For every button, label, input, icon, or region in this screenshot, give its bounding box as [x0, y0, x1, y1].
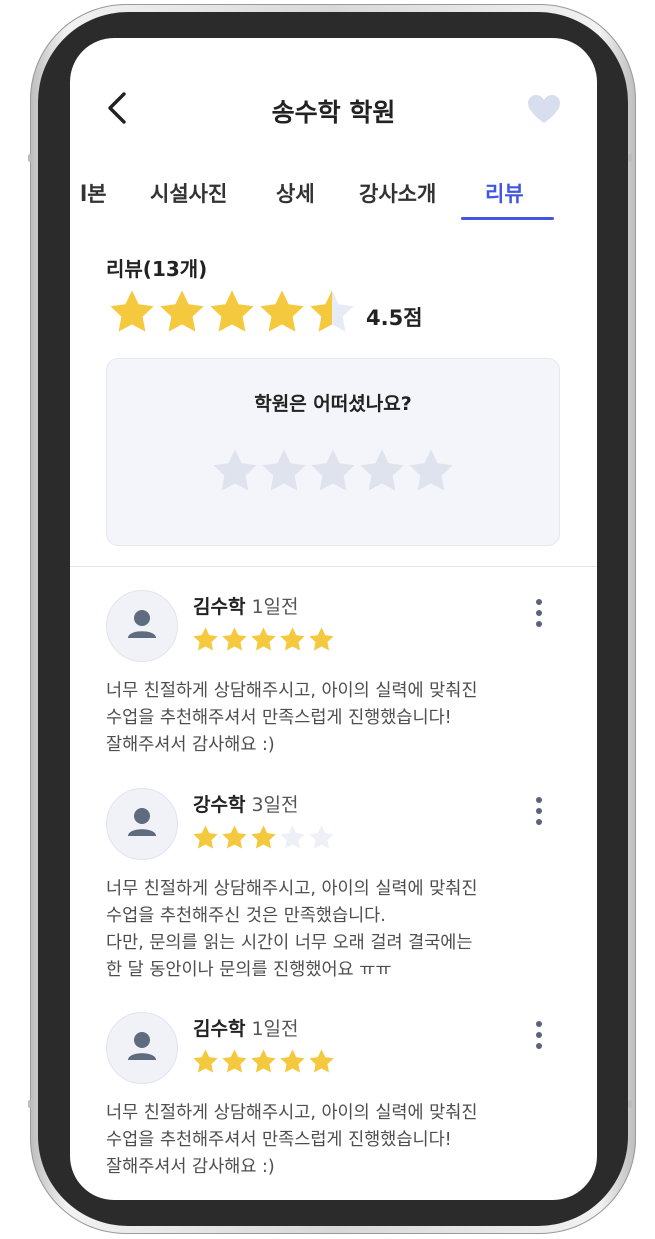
filled-star-icon: [309, 1049, 334, 1073]
phone-side-button: [28, 154, 32, 162]
star-icon[interactable]: [211, 447, 259, 495]
star-icon: [210, 290, 254, 332]
tab-bar: l본 시설사진 상세 강사소개 리뷰: [70, 178, 597, 226]
star-icon: [160, 290, 204, 332]
star-icon: [110, 290, 154, 332]
author-name: 김수학: [193, 1018, 246, 1040]
review-line: 한 달 동안이나 문의를 진행했어요 ㅠㅠ: [106, 960, 392, 980]
review-count: 리뷰(13개): [106, 257, 208, 281]
author-name: 김수학: [193, 596, 246, 618]
review-line: 다만, 문의를 읽는 시간이 너무 오래 걸려 결국에는: [106, 933, 473, 953]
section-divider: [70, 566, 597, 567]
avatar: [106, 788, 178, 860]
review-body: 너무 친절하게 상담해주시고, 아이의 실력에 맞춰진 수업을 추천해주셔서 만…: [106, 1100, 566, 1181]
review-line: 너무 친절하게 상담해주시고, 아이의 실력에 맞춰진: [106, 1103, 478, 1123]
empty-star-icon: [280, 825, 305, 849]
app-screen: 송수학 학원 l본 시설사진 상세 강사소개 리뷰 리뷰(13개) 4.5점 학…: [70, 38, 597, 1200]
author-name: 강수학: [193, 794, 246, 816]
filled-star-icon: [309, 627, 334, 651]
tab-instructors[interactable]: 강사소개: [359, 178, 436, 208]
tab-basic-info[interactable]: l본: [80, 178, 107, 208]
star-icon: [260, 290, 304, 332]
review-line: 너무 친절하게 상담해주시고, 아이의 실력에 맞춰진: [106, 681, 478, 701]
rate-prompt-question: 학원은 어떠셨나요?: [254, 393, 412, 415]
tab-reviews[interactable]: 리뷰: [485, 178, 524, 208]
empty-star-icon: [309, 825, 334, 849]
review-body: 너무 친절하게 상담해주시고, 아이의 실력에 맞춰진 수업을 추천해주셔서 만…: [106, 678, 566, 759]
review-line: 수업을 추천해주신 것은 만족했습니다.: [106, 906, 386, 926]
review-line: 수업을 추천해주셔서 만족스럽게 진행했습니다!: [106, 1130, 452, 1150]
star-icon[interactable]: [407, 447, 455, 495]
filled-star-icon: [222, 1049, 247, 1073]
review-rating-stars: [192, 1048, 342, 1074]
user-icon: [128, 610, 156, 638]
phone-side-button: [28, 1100, 32, 1108]
user-icon: [128, 1032, 156, 1060]
filled-star-icon: [222, 825, 247, 849]
star-icon[interactable]: [358, 447, 406, 495]
filled-star-icon: [251, 1049, 276, 1073]
review-author: 강수학 3일전: [193, 790, 299, 817]
filled-star-icon: [251, 825, 276, 849]
tab-details[interactable]: 상세: [276, 178, 315, 208]
review-time: 1일전: [251, 1018, 299, 1040]
review-time: 3일전: [251, 794, 299, 816]
filled-star-icon: [193, 1049, 218, 1073]
filled-star-icon: [280, 1049, 305, 1073]
filled-star-icon: [222, 627, 247, 651]
star-icon[interactable]: [260, 447, 308, 495]
filled-star-icon: [193, 627, 218, 651]
review-author: 김수학 1일전: [193, 1014, 299, 1041]
review-rating-stars: [192, 824, 342, 850]
average-score: 4.5점: [366, 306, 423, 330]
rating-input-stars: [211, 447, 457, 497]
review-line: 잘해주셔서 감사해요 :): [106, 735, 275, 755]
active-tab-indicator: [461, 217, 554, 220]
app-header: 송수학 학원: [70, 38, 597, 158]
more-options-icon[interactable]: [535, 598, 543, 628]
avatar: [106, 590, 178, 662]
user-icon: [128, 808, 156, 836]
review-body: 너무 친절하게 상담해주시고, 아이의 실력에 맞춰진 수업을 추천해주신 것은…: [106, 876, 566, 984]
rate-prompt-card: 학원은 어떠셨나요?: [106, 358, 560, 546]
filled-star-icon: [280, 627, 305, 651]
filled-star-icon: [251, 627, 276, 651]
phone-side-button: [628, 1100, 632, 1108]
more-options-icon[interactable]: [535, 796, 543, 826]
review-line: 수업을 추천해주셔서 만족스럽게 진행했습니다!: [106, 708, 452, 728]
review-line: 너무 친절하게 상담해주시고, 아이의 실력에 맞춰진: [106, 879, 478, 899]
phone-side-button: [628, 154, 632, 162]
filled-star-icon: [193, 825, 218, 849]
avatar: [106, 1012, 178, 1084]
heart-icon[interactable]: [527, 94, 561, 124]
star-icon[interactable]: [309, 447, 357, 495]
review-rating-stars: [192, 626, 342, 652]
tab-facility-photos[interactable]: 시설사진: [150, 178, 227, 208]
review-line: 잘해주셔서 감사해요 :): [106, 1157, 275, 1177]
review-author: 김수학 1일전: [193, 592, 299, 619]
page-title: 송수학 학원: [271, 98, 396, 127]
half-star-icon: [310, 290, 354, 332]
more-options-icon[interactable]: [535, 1020, 543, 1050]
review-time: 1일전: [251, 596, 299, 618]
